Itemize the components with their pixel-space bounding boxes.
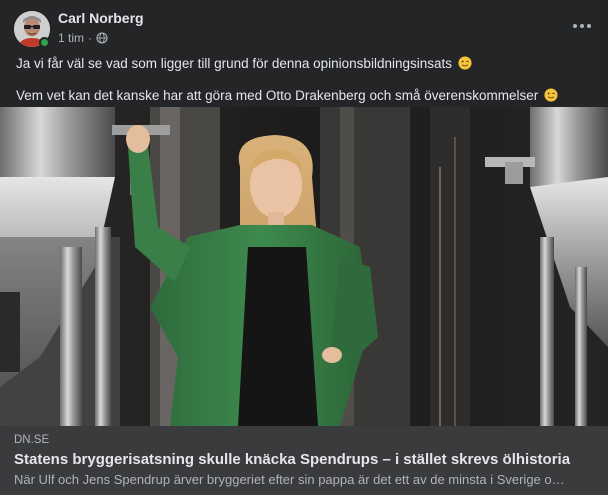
winking-face-icon — [458, 56, 472, 70]
more-dot — [587, 24, 591, 28]
link-description: När Ulf och Jens Spendrup ärver bryggeri… — [14, 472, 565, 487]
more-dot — [580, 24, 584, 28]
globe-icon[interactable] — [96, 32, 108, 44]
more-dot — [573, 24, 577, 28]
link-title[interactable]: Statens bryggerisatsning skulle knäcka S… — [14, 451, 599, 468]
post-meta: 1 tim · — [58, 31, 108, 45]
link-caption[interactable]: DN.SE Statens bryggerisatsning skulle kn… — [0, 426, 608, 495]
post-paragraph-text: Ja vi får väl se vad som ligger till gru… — [16, 56, 452, 71]
brewery-photo — [0, 107, 608, 426]
post-paragraph: Ja vi får väl se vad som ligger till gru… — [16, 55, 596, 73]
meta-separator: · — [88, 31, 93, 45]
post-header: Carl Norberg 1 tim · — [0, 0, 608, 52]
post-paragraph-text: Vem vet kan det kanske har att göra med … — [16, 88, 539, 103]
post-timestamp[interactable]: 1 tim — [58, 31, 84, 45]
author-name[interactable]: Carl Norberg — [58, 10, 144, 26]
link-domain: DN.SE — [14, 434, 50, 446]
post-paragraph: Vem vet kan det kanske har att göra med … — [16, 87, 596, 105]
facebook-post: Carl Norberg 1 tim · Ja vi får väl se va… — [0, 0, 608, 495]
more-options-icon[interactable] — [568, 14, 596, 38]
link-preview-image[interactable] — [0, 107, 608, 426]
online-status-dot — [39, 37, 50, 48]
winking-face-icon — [544, 88, 558, 102]
